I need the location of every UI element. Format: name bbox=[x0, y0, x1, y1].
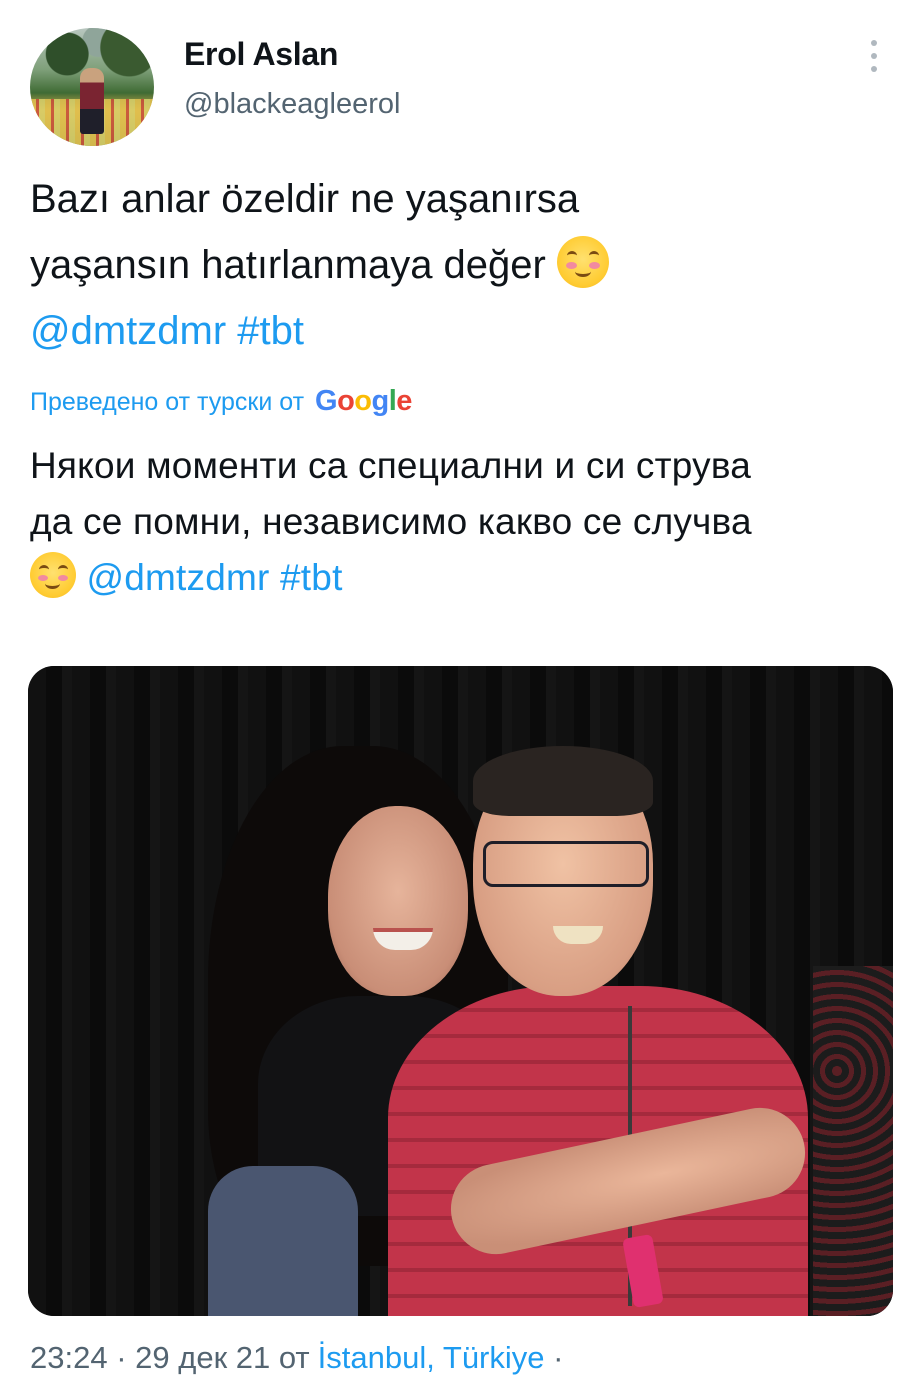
more-dot bbox=[871, 66, 877, 72]
location-link[interactable]: İstanbul, Türkiye bbox=[318, 1340, 545, 1375]
smiling-face-emoji-icon bbox=[30, 552, 76, 598]
meta-trailing-separator: · bbox=[553, 1340, 564, 1375]
photo-floral-shirt bbox=[813, 966, 893, 1316]
translated-text: Някои моменти са специални и си струва д… bbox=[30, 438, 910, 606]
avatar-person bbox=[80, 68, 104, 134]
tweet-line-2: yaşansın hatırlanmaya değer bbox=[30, 243, 546, 287]
smiling-face-emoji-icon bbox=[556, 236, 609, 288]
more-dot bbox=[871, 53, 877, 59]
translated-mention-link[interactable]: @dmtzdmr bbox=[86, 557, 269, 598]
tweet-date[interactable]: 29 дек 21 bbox=[135, 1340, 270, 1375]
tweet-meta: 23:24 · 29 дек 21 от İstanbul, Türkiye · bbox=[30, 1340, 563, 1376]
tweet-photo[interactable] bbox=[28, 666, 893, 1316]
photo-glasses bbox=[483, 841, 649, 887]
photo-man-hair bbox=[473, 746, 653, 816]
tweet-line-1: Bazı anlar özeldir ne yaşanırsa bbox=[30, 177, 580, 221]
translated-line-1: Някои моменти са специални и си струва bbox=[30, 445, 752, 486]
tweet-text: Bazı anlar özeldir ne yaşanırsa yaşansın… bbox=[30, 166, 900, 364]
translated-by-label[interactable]: Преведено от турски от Google bbox=[30, 385, 412, 418]
google-logo-icon: Google bbox=[315, 385, 412, 417]
translated-line-2: да се помни, независимо какво се случва bbox=[30, 501, 752, 542]
more-dot bbox=[871, 40, 877, 46]
tweet-time[interactable]: 23:24 bbox=[30, 1340, 108, 1375]
photo-jacket bbox=[208, 1166, 358, 1316]
translated-hashtag-link[interactable]: #tbt bbox=[280, 557, 343, 598]
mention-link[interactable]: @dmtzdmr bbox=[30, 309, 226, 353]
author-handle[interactable]: @blackeagleerol bbox=[184, 88, 400, 121]
photo-woman-face bbox=[328, 806, 468, 996]
meta-separator: · bbox=[116, 1340, 127, 1375]
more-vertical-icon[interactable] bbox=[860, 38, 888, 74]
avatar[interactable] bbox=[30, 28, 154, 146]
meta-from: от bbox=[278, 1340, 310, 1375]
translated-by-text: Преведено от турски от bbox=[30, 388, 305, 416]
hashtag-link[interactable]: #tbt bbox=[237, 309, 304, 353]
author-name[interactable]: Erol Aslan bbox=[184, 36, 338, 73]
